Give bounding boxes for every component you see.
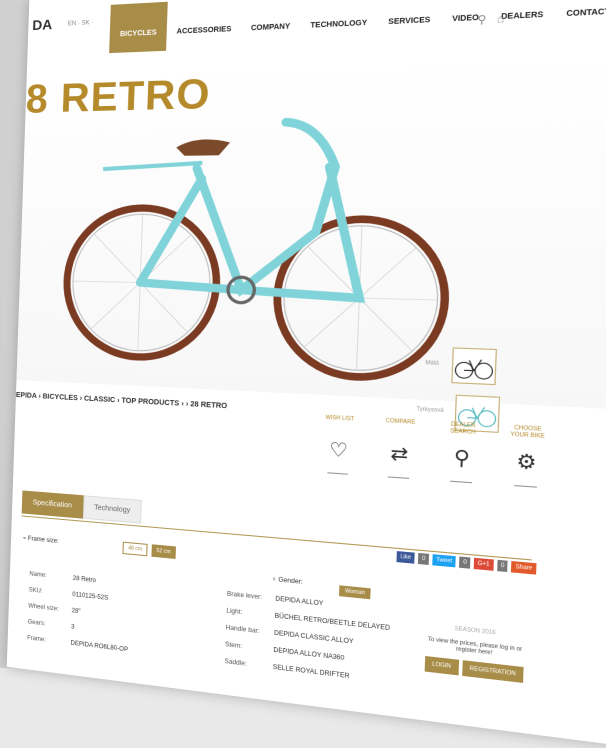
- compare-icon: ⇄: [389, 442, 409, 466]
- compare-button[interactable]: COMPARE ⇄: [378, 418, 421, 480]
- bike-image: [56, 98, 462, 390]
- scene-background: DA EN · SK · BICYCLES ACCESSORIES COMPAN…: [0, 0, 606, 748]
- nav-company[interactable]: COMPANY: [240, 0, 301, 48]
- size-option-52[interactable]: 52 cm: [150, 544, 177, 559]
- spec-value: 3: [71, 624, 75, 631]
- facebook-like-button[interactable]: Like: [396, 551, 415, 564]
- frame-size-row: ⌁ Frame size: 48 cm 52 cm: [23, 533, 177, 559]
- search-icon[interactable]: ⚲: [477, 14, 487, 27]
- gender-label: Gender:: [278, 577, 303, 587]
- spec-value: 28": [71, 608, 81, 616]
- gender-icon: ♀: [271, 576, 277, 584]
- divider: [514, 485, 537, 488]
- spec-row-saddle: Saddle: SELLE ROYAL DRIFTER: [224, 659, 349, 680]
- spec-row-stem: Stem: DEPIDA ALLOY NA360: [225, 642, 344, 662]
- spec-key: Saddle:: [224, 658, 247, 668]
- bike-thumbnail-icon: [453, 349, 496, 384]
- logo[interactable]: DA: [32, 16, 52, 33]
- nav-services[interactable]: SERVICES: [377, 0, 442, 42]
- nav-bicycles[interactable]: BICYCLES: [109, 1, 169, 54]
- dealer-search-button[interactable]: DEALER SEARCH ⚲: [440, 421, 484, 484]
- spec-row-name: Name: 28 Retro: [29, 571, 96, 584]
- size-option-48[interactable]: 48 cm: [122, 541, 148, 557]
- google-plus-button[interactable]: G+1: [473, 557, 494, 571]
- action-label: CHOOSE YOUR BIKE: [510, 424, 545, 441]
- price-login-promo: SEASON 2016 To view the prices, please l…: [419, 622, 532, 684]
- spec-value: BÜCHEL RETRO/BEETLE DELAYED: [274, 613, 391, 633]
- tab-bar: Specification Technology: [21, 490, 143, 524]
- bike-icon: ⚙: [515, 449, 538, 474]
- nav-accessories[interactable]: ACCESSORIES: [166, 0, 242, 51]
- main-nav: BICYCLES ACCESSORIES COMPANY TECHNOLOGY …: [109, 0, 606, 54]
- product-actions: WISH LIST ♡ COMPARE ⇄ DEALER SEARCH ⚲ CH…: [318, 414, 549, 488]
- wishlist-button[interactable]: WISH LIST ♡: [318, 414, 359, 475]
- tab-divider: [21, 515, 532, 561]
- spec-row-frame: Frame: DEPIDA RO6L80-OP: [27, 635, 128, 653]
- gender-row: ♀ Gender:: [271, 577, 302, 586]
- spec-row-handlebar: Handle bar: DEPIDA CLASSIC ALLOY: [226, 625, 354, 646]
- variant-thumbnail-1[interactable]: [451, 347, 497, 386]
- spec-row-gears: Gears: 3: [28, 619, 75, 630]
- spec-key: SKU:: [28, 587, 43, 595]
- frame-size-label: Frame size:: [27, 536, 59, 545]
- action-label: WISH LIST: [325, 414, 355, 423]
- nav-contact[interactable]: CONTACT: [554, 0, 606, 35]
- spec-value: 28 Retro: [72, 575, 97, 585]
- spec-key: Handle bar:: [225, 625, 260, 636]
- spec-key: Frame:: [27, 635, 46, 644]
- divider: [450, 480, 473, 484]
- spec-key: Stem:: [224, 641, 243, 651]
- choose-bike-button[interactable]: CHOOSE YOUR BIKE ⚙: [504, 424, 549, 488]
- tweet-count: 0: [459, 556, 471, 569]
- size-options: 48 cm 52 cm: [121, 541, 177, 559]
- spec-key: Gears:: [27, 619, 46, 628]
- spec-value: DEPIDA CLASSIC ALLOY: [273, 630, 354, 646]
- spec-value: SELLE ROYAL DRIFTER: [272, 664, 350, 681]
- variant-label-2: Tyrkysová: [416, 406, 444, 415]
- spec-value: 0110125-52S: [72, 591, 109, 602]
- variant-label-1: Mátá: [425, 359, 439, 368]
- spec-key: Name:: [29, 571, 47, 580]
- monitor-screen: DA EN · SK · BICYCLES ACCESSORIES COMPAN…: [6, 0, 606, 748]
- spec-key: Wheel size:: [28, 603, 59, 613]
- heart-icon: ♡: [328, 438, 349, 462]
- spec-row-brake: Brake lever: DEPIDA ALLOY: [227, 591, 324, 607]
- location-pin-icon: ⚲: [453, 446, 471, 470]
- divider: [387, 476, 410, 479]
- spec-value: DEPIDA ALLOY: [275, 596, 324, 608]
- breadcrumb[interactable]: EPIDA › BICYCLES › CLASSIC › TOP PRODUCT…: [16, 392, 227, 410]
- product-hero: 8 RETRO Mátá Tyrkysová: [16, 45, 606, 433]
- login-button[interactable]: LOGIN: [424, 655, 459, 676]
- language-switcher[interactable]: EN · SK ·: [68, 20, 94, 27]
- spec-row-wheel: Wheel size: 28": [28, 603, 80, 615]
- tweet-button[interactable]: Tweet: [432, 554, 457, 568]
- cart-icon[interactable]: ⌂: [497, 13, 505, 26]
- share-button[interactable]: Share: [511, 561, 537, 575]
- action-label: COMPARE: [385, 417, 416, 427]
- gender-value-button[interactable]: Woman: [338, 585, 371, 600]
- plus-count: 0: [496, 559, 509, 573]
- like-count: 0: [418, 552, 430, 565]
- frame-icon: ⌁: [22, 535, 27, 542]
- action-label: DEALER SEARCH: [450, 421, 476, 437]
- registration-button[interactable]: REGISTRATION: [462, 660, 524, 683]
- spec-row-sku: SKU: 0110125-52S: [29, 587, 109, 602]
- tab-technology[interactable]: Technology: [82, 495, 143, 524]
- nav-technology[interactable]: TECHNOLOGY: [300, 0, 379, 45]
- spec-key: Light:: [226, 608, 243, 617]
- spec-key: Brake lever:: [226, 591, 263, 602]
- spec-value: DEPIDA RO6L80-OP: [70, 640, 129, 654]
- spec-value: DEPIDA ALLOY NA360: [273, 647, 345, 663]
- tab-specification[interactable]: Specification: [21, 490, 84, 519]
- divider: [327, 472, 349, 475]
